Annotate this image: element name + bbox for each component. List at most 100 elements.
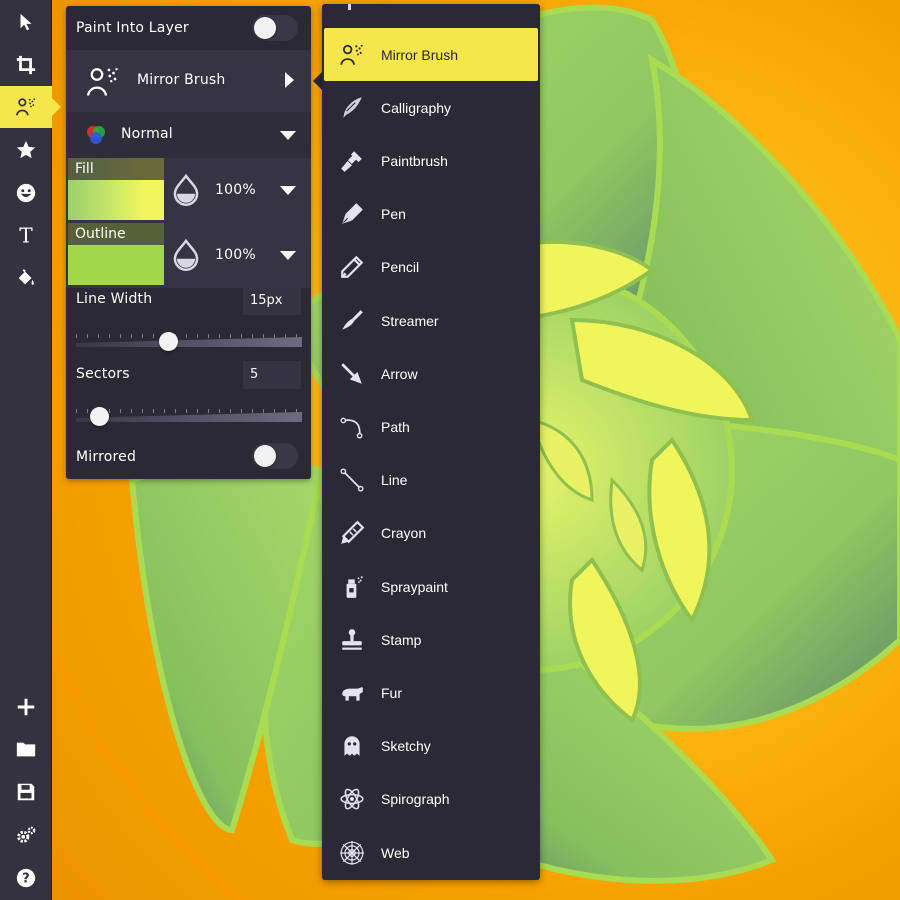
outline-label: Outline (68, 223, 164, 245)
chevron-down-icon (280, 131, 296, 140)
brush-tool-button[interactable] (0, 86, 52, 128)
blend-mode-value: Normal (121, 126, 173, 142)
brush-option-label: Fur (381, 684, 402, 701)
brush-option-pen[interactable]: Pen (324, 188, 538, 241)
plus-icon (17, 698, 35, 716)
folder-icon (16, 742, 36, 757)
brush-icon-wrapper (328, 666, 376, 719)
brush-option-paintbrush[interactable]: Paintbrush (324, 134, 538, 187)
brush-option-label: Spraypaint (381, 578, 448, 595)
brush-option-label: Calligraphy (381, 99, 452, 116)
brush-name: Mirror Brush (137, 72, 226, 88)
sectors-slider[interactable] (76, 407, 302, 428)
brush-option-label: Path (381, 418, 410, 435)
shapes-tool-button[interactable] (0, 129, 52, 171)
mirror-brush-icon (16, 98, 36, 116)
new-button[interactable] (0, 686, 52, 728)
line-width-slider-thumb[interactable] (158, 332, 178, 351)
save-button[interactable] (0, 771, 52, 813)
brush-option-path[interactable]: Path (324, 400, 538, 453)
mirror-brush-icon (340, 44, 363, 65)
crayon-icon (341, 520, 365, 545)
outline-opacity-value[interactable]: 100% (215, 247, 256, 263)
brush-option-spraypaint[interactable]: Spraypaint (324, 560, 538, 613)
brush-type-menu: Tilt Brush Mirror Brush Calligraphy Paintb… (322, 4, 540, 880)
brush-icon-wrapper (328, 613, 376, 666)
bezier-path-icon (340, 417, 363, 439)
help-button[interactable]: ? (0, 857, 52, 899)
brush-icon-wrapper (328, 28, 376, 81)
outline-color-swatch[interactable]: Outline (68, 223, 164, 285)
paint-into-layer-label: Paint Into Layer (76, 20, 189, 36)
fur-bear-icon (342, 687, 363, 701)
line-width-input[interactable]: 15px (243, 287, 301, 315)
brush-option-fur[interactable]: Fur (324, 666, 538, 719)
fill-color-swatch[interactable]: Fill (68, 158, 164, 220)
brush-icon-wrapper (328, 188, 376, 241)
brush-option-spirograph[interactable]: Spirograph (324, 773, 538, 826)
settings-button[interactable] (0, 814, 52, 856)
crop-tool-button[interactable] (0, 44, 52, 86)
brush-option-web[interactable]: Web (324, 826, 538, 879)
menu-pointer (313, 72, 322, 90)
brush-option-crayon[interactable]: Crayon (324, 507, 538, 560)
open-button[interactable] (0, 728, 52, 770)
chevron-down-icon[interactable] (280, 251, 296, 260)
brush-option-label: Crayon (381, 525, 427, 542)
paint-into-layer-toggle[interactable] (252, 15, 298, 41)
chevron-down-icon[interactable] (280, 186, 296, 195)
brush-option-stamp[interactable]: Stamp (324, 613, 538, 666)
stamp-icon (342, 628, 362, 650)
brush-option-label: Streamer (381, 312, 439, 329)
fill-tool-button[interactable] (0, 257, 52, 299)
star-icon (16, 140, 36, 159)
partial-menu-item[interactable]: Tilt Brush (322, 4, 540, 12)
brush-icon-wrapper (328, 560, 376, 613)
sectors-input[interactable]: 5 (243, 361, 301, 389)
arrow-icon (341, 362, 362, 384)
active-tool-pointer (52, 98, 61, 116)
brush-selector[interactable]: Mirror Brush (66, 50, 311, 112)
brush-option-label: Pen (381, 206, 406, 223)
brush-icon-wrapper (328, 400, 376, 453)
streamer-brush-icon (342, 309, 363, 330)
mirrored-label: Mirrored (76, 449, 137, 465)
stickers-tool-button[interactable] (0, 172, 52, 214)
brush-option-label: Arrow (381, 365, 418, 382)
sectors-label: Sectors (76, 366, 130, 382)
sectors-slider-thumb[interactable] (90, 407, 110, 426)
brush-icon-wrapper (328, 454, 376, 507)
fill-opacity-value[interactable]: 100% (215, 182, 256, 198)
paint-bucket-icon (18, 269, 34, 285)
line-width-label: Line Width (76, 291, 153, 307)
brush-option-line[interactable]: Line (324, 454, 538, 507)
blend-mode-select[interactable]: Normal (66, 112, 311, 158)
save-disk-icon (17, 783, 35, 801)
brush-option-label: Web (381, 844, 410, 861)
pencil-icon (341, 256, 364, 279)
crop-icon (16, 55, 36, 75)
brush-icon-wrapper (328, 134, 376, 187)
brush-option-mirror-brush[interactable]: Mirror Brush (324, 28, 538, 81)
select-tool-button[interactable] (0, 1, 52, 43)
paintbrush-icon (341, 151, 362, 172)
pen-nib-icon (342, 203, 363, 224)
brush-option-arrow[interactable]: Arrow (324, 347, 538, 400)
brush-option-pencil[interactable]: Pencil (324, 241, 538, 294)
brush-option-calligraphy[interactable]: Calligraphy (324, 81, 538, 134)
line-width-slider[interactable] (76, 332, 302, 353)
opacity-drop-icon (173, 239, 199, 271)
brush-icon-wrapper (328, 294, 376, 347)
mirror-brush-icon (86, 68, 118, 96)
brush-option-label: Spirograph (381, 791, 450, 808)
brush-icon-wrapper (328, 347, 376, 400)
brush-option-sketchy[interactable]: Sketchy (324, 720, 538, 773)
brush-option-label: Line (381, 472, 408, 489)
opacity-drop-icon (173, 174, 199, 206)
brush-icon-wrapper (328, 241, 376, 294)
brush-option-streamer[interactable]: Streamer (324, 294, 538, 347)
mirrored-toggle[interactable] (252, 443, 298, 469)
sketchy-ghost-icon (344, 736, 360, 756)
text-tool-button[interactable]: T (0, 214, 52, 256)
svg-text:T: T (19, 224, 33, 246)
